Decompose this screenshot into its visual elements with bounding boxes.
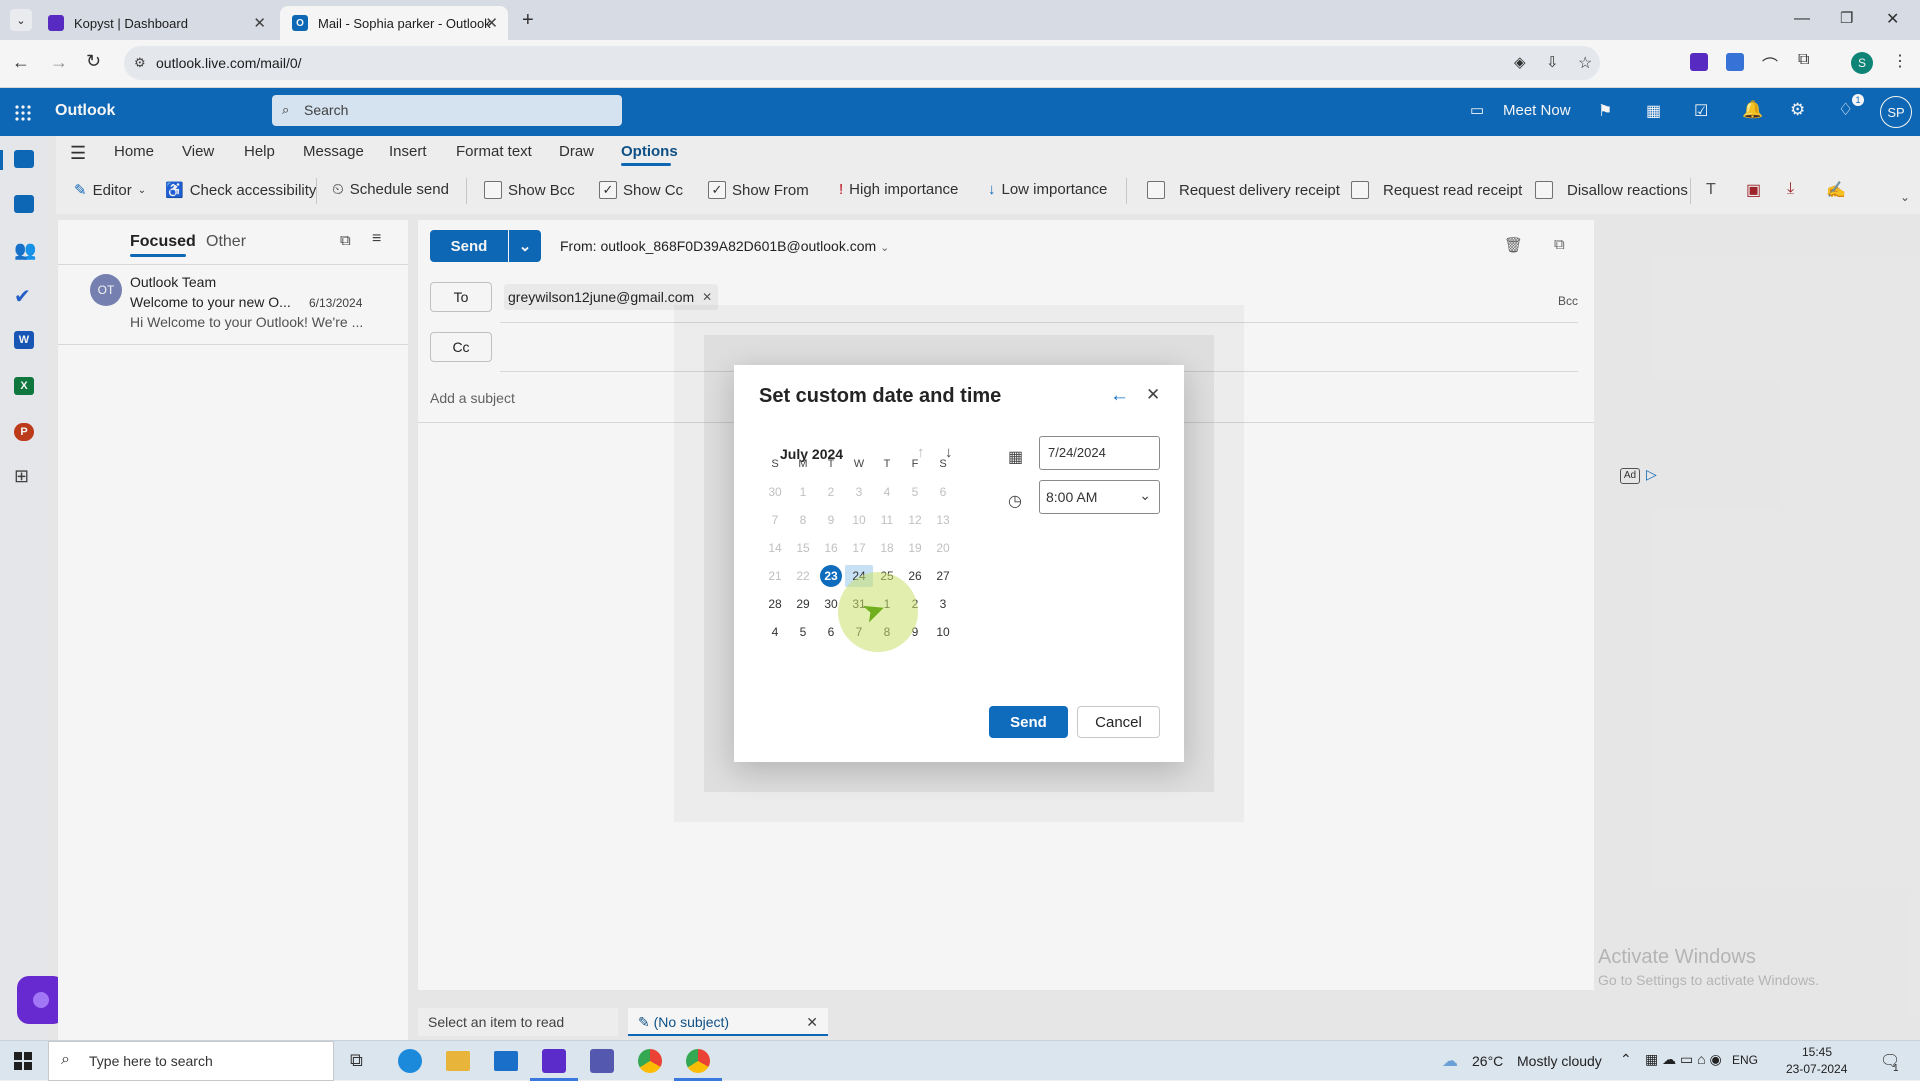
weekday-header: T (827, 458, 835, 470)
weather-temp[interactable]: 26°C (1472, 1053, 1503, 1069)
date-input[interactable]: 7/24/2024 (1039, 436, 1160, 470)
calendar-day: 20 (936, 541, 950, 555)
calendar-day: 6 (939, 485, 947, 499)
calendar-icon: ▦ (1008, 449, 1024, 466)
calendar-day[interactable]: 4 (761, 621, 789, 643)
time-select[interactable]: 8:00 AM ⌄ (1039, 480, 1160, 514)
custom-date-time-dialog: Set custom date and time ← ✕ July 2024 ↑… (734, 365, 1184, 762)
language-indicator[interactable]: ENG (1732, 1053, 1758, 1067)
mail-app-icon[interactable] (494, 1051, 518, 1071)
weekday-header: T (883, 458, 891, 470)
windows-start-icon[interactable] (14, 1052, 32, 1070)
calendar-day: 11 (880, 513, 894, 527)
calendar-day: 5 (911, 485, 919, 499)
dialog-cancel-button[interactable]: Cancel (1077, 706, 1160, 738)
calendar-day[interactable]: 3 (929, 593, 957, 615)
calendar-day: 3 (855, 485, 863, 499)
calendar-day[interactable]: 28 (761, 593, 789, 615)
calendar-day: 4 (883, 485, 891, 499)
weather-description[interactable]: Mostly cloudy (1517, 1053, 1602, 1069)
chevron-down-icon: ⌄ (1139, 487, 1151, 503)
file-explorer-icon[interactable] (446, 1051, 470, 1071)
dialog-send-button[interactable]: Send (989, 706, 1068, 738)
clock-time[interactable]: 15:45 (1802, 1045, 1832, 1059)
calendar-day[interactable]: 5 (789, 621, 817, 643)
weekday-header: M (798, 458, 808, 470)
weather-cloud-icon[interactable]: ☁ (1442, 1051, 1458, 1071)
search-icon: ⌕ (61, 1051, 70, 1068)
dialog-title: Set custom date and time (759, 385, 1002, 407)
calendar-day: 7 (771, 513, 779, 527)
calendar-day: 8 (799, 513, 807, 527)
weekday-header: S (771, 458, 779, 470)
calendar-day[interactable]: 10 (929, 621, 957, 643)
calendar-day: 12 (908, 513, 922, 527)
calendar-day[interactable]: 29 (789, 593, 817, 615)
tray-overflow-icon[interactable]: ⌃ (1620, 1051, 1632, 1068)
clock-date[interactable]: 23-07-2024 (1786, 1062, 1847, 1076)
calendar-day: 19 (908, 541, 922, 555)
teams-taskbar-icon[interactable] (590, 1049, 614, 1073)
calendar-day: 22 (796, 569, 810, 583)
weekday-header: W (853, 458, 865, 470)
calendar-day[interactable]: 27 (929, 565, 957, 587)
calendar-day: 10 (852, 513, 866, 527)
calendar-day: 13 (936, 513, 950, 527)
calendar-day-today[interactable]: 23 (820, 565, 842, 587)
weekday-header: F (911, 458, 919, 470)
clock-icon: ◷ (1008, 493, 1022, 510)
chrome-icon[interactable] (638, 1049, 662, 1073)
calendar-day: 21 (768, 569, 782, 583)
tray-app-icons[interactable]: ▦ ☁ ▭ ⌂ ◉ (1645, 1051, 1722, 1068)
close-dialog-icon[interactable]: ✕ (1146, 385, 1160, 405)
windows-taskbar: ⌕ Type here to search ⧉ ☁ 26°C Mostly cl… (0, 1040, 1920, 1081)
chrome-profile-icon[interactable] (686, 1049, 710, 1073)
calendar-day: 14 (768, 541, 782, 555)
task-view-icon[interactable]: ⧉ (350, 1050, 363, 1071)
weekday-header: S (939, 458, 947, 470)
calendar-day: 18 (880, 541, 894, 555)
kopyst-taskbar-icon[interactable] (542, 1049, 566, 1073)
back-arrow-icon[interactable]: ← (1110, 385, 1129, 407)
calendar-day: 16 (824, 541, 838, 555)
calendar-day: 17 (852, 541, 866, 555)
notification-count: 1 (1893, 1063, 1899, 1074)
edge-icon[interactable] (398, 1049, 422, 1073)
calendar-day: 9 (827, 513, 835, 527)
taskbar-search-input[interactable]: ⌕ Type here to search (48, 1041, 334, 1081)
calendar-day: 30 (768, 485, 782, 499)
calendar-day: 2 (827, 485, 835, 499)
calendar-day: 15 (796, 541, 810, 555)
calendar-day: 1 (799, 485, 807, 499)
